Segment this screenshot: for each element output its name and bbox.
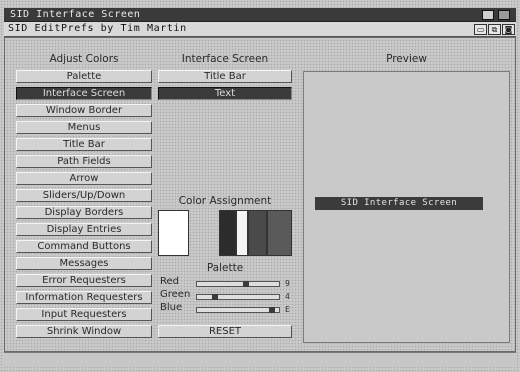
- depth-back-icon[interactable]: [498, 10, 510, 20]
- red-slider-value: 9: [285, 279, 290, 288]
- preview-panel: SID Interface Screen: [303, 71, 510, 343]
- adjust-color-interface-screen-button[interactable]: Interface Screen: [16, 87, 152, 100]
- interface-title-bar-button[interactable]: Title Bar: [158, 70, 292, 83]
- color-swatch-black[interactable]: [219, 210, 236, 256]
- red-slider-label: Red: [160, 276, 179, 287]
- close-icon[interactable]: ◙: [502, 24, 515, 35]
- preview-header: Preview: [386, 53, 427, 65]
- blue-slider-label: Blue: [160, 302, 183, 313]
- adjust-color-input-requesters-button[interactable]: Input Requesters: [16, 308, 152, 321]
- window-title-bar[interactable]: SID Interface Screen: [4, 8, 516, 22]
- color-swatch-current[interactable]: [158, 210, 189, 256]
- window-bottom-border: [4, 352, 516, 367]
- adjust-color-menus-button[interactable]: Menus: [16, 121, 152, 134]
- red-slider-knob[interactable]: [243, 281, 249, 287]
- adjust-color-path-fields-button[interactable]: Path Fields: [16, 155, 152, 168]
- depth-front-icon[interactable]: [482, 10, 494, 20]
- window-title: SID Interface Screen: [10, 9, 141, 20]
- adjust-color-error-requesters-button[interactable]: Error Requesters: [16, 274, 152, 287]
- adjust-color-information-requesters-button[interactable]: Information Requesters: [16, 291, 152, 304]
- adjust-color-palette-button[interactable]: Palette: [16, 70, 152, 83]
- color-assignment-label: Color Assignment: [178, 195, 272, 207]
- adjust-color-command-buttons-button[interactable]: Command Buttons: [16, 240, 152, 253]
- blue-slider[interactable]: [196, 307, 280, 313]
- green-slider-value: 4: [285, 292, 290, 301]
- adjust-color-title-bar-button[interactable]: Title Bar: [16, 138, 152, 151]
- palette-label: Palette: [206, 262, 244, 274]
- preview-title-bar: SID Interface Screen: [315, 197, 483, 210]
- adjust-color-sliders-up-down-button[interactable]: Sliders/Up/Down: [16, 189, 152, 202]
- color-swatch-grey[interactable]: [267, 210, 292, 256]
- menubar-title: SID EditPrefs by Tim Martin: [8, 23, 187, 34]
- adjust-colors-header: Adjust Colors: [49, 53, 119, 65]
- green-slider-label: Green: [160, 289, 191, 300]
- interface-screen-header: Interface Screen: [181, 53, 269, 65]
- adjust-color-arrow-button[interactable]: Arrow: [16, 172, 152, 185]
- green-slider[interactable]: [196, 294, 280, 300]
- adjust-color-display-borders-button[interactable]: Display Borders: [16, 206, 152, 219]
- green-slider-knob[interactable]: [212, 294, 218, 300]
- adjust-color-window-border-button[interactable]: Window Border: [16, 104, 152, 117]
- menu-bar[interactable]: SID EditPrefs by Tim Martin ▭ ⧉ ◙: [4, 22, 516, 37]
- red-slider[interactable]: [196, 281, 280, 287]
- color-swatch-white[interactable]: [236, 210, 248, 256]
- interface-text-button[interactable]: Text: [158, 87, 292, 100]
- blue-slider-value: E: [285, 305, 290, 314]
- depth-icon[interactable]: ⧉: [488, 24, 501, 35]
- adjust-color-display-entries-button[interactable]: Display Entries: [16, 223, 152, 236]
- blue-slider-knob[interactable]: [269, 307, 275, 313]
- adjust-color-shrink-window-button[interactable]: Shrink Window: [16, 325, 152, 338]
- color-swatch-dark[interactable]: [248, 210, 267, 256]
- zoom-icon[interactable]: ▭: [474, 24, 487, 35]
- reset-button[interactable]: RESET: [158, 325, 292, 338]
- adjust-color-messages-button[interactable]: Messages: [16, 257, 152, 270]
